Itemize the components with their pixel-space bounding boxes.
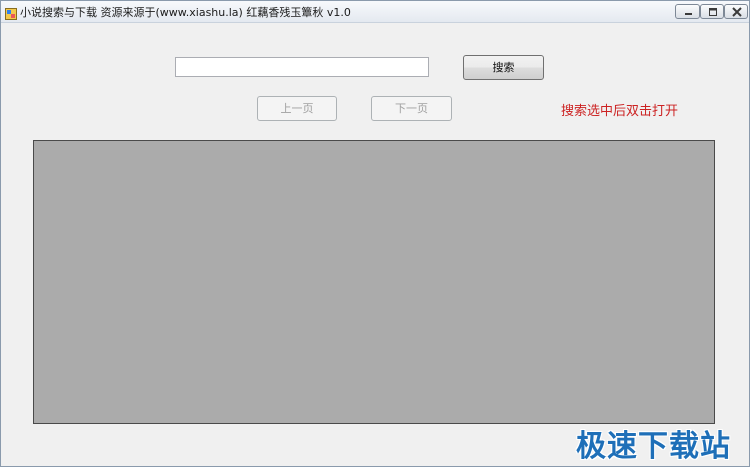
close-button[interactable] — [724, 4, 748, 19]
maximize-button[interactable] — [700, 4, 724, 19]
prev-page-button[interactable]: 上一页 — [257, 96, 337, 121]
next-page-button[interactable]: 下一页 — [371, 96, 452, 121]
results-list[interactable] — [33, 140, 715, 424]
search-button[interactable]: 搜索 — [463, 55, 544, 80]
app-icon — [5, 5, 17, 20]
maximize-icon — [709, 8, 717, 16]
title-bar[interactable]: 小说搜索与下载 资源来源于(www.xiashu.la) 红藕香残玉簟秋 v1.… — [1, 1, 749, 23]
hint-text: 搜索选中后双击打开 — [561, 104, 679, 119]
minimize-button[interactable] — [675, 4, 700, 19]
watermark-logo: 极速下载站 — [576, 429, 731, 464]
close-icon — [732, 7, 742, 17]
window-title: 小说搜索与下载 资源来源于(www.xiashu.la) 红藕香残玉簟秋 v1.… — [20, 6, 351, 19]
app-window: 小说搜索与下载 资源来源于(www.xiashu.la) 红藕香残玉簟秋 v1.… — [0, 0, 750, 467]
search-input[interactable] — [175, 57, 429, 77]
minimize-icon — [685, 13, 692, 15]
